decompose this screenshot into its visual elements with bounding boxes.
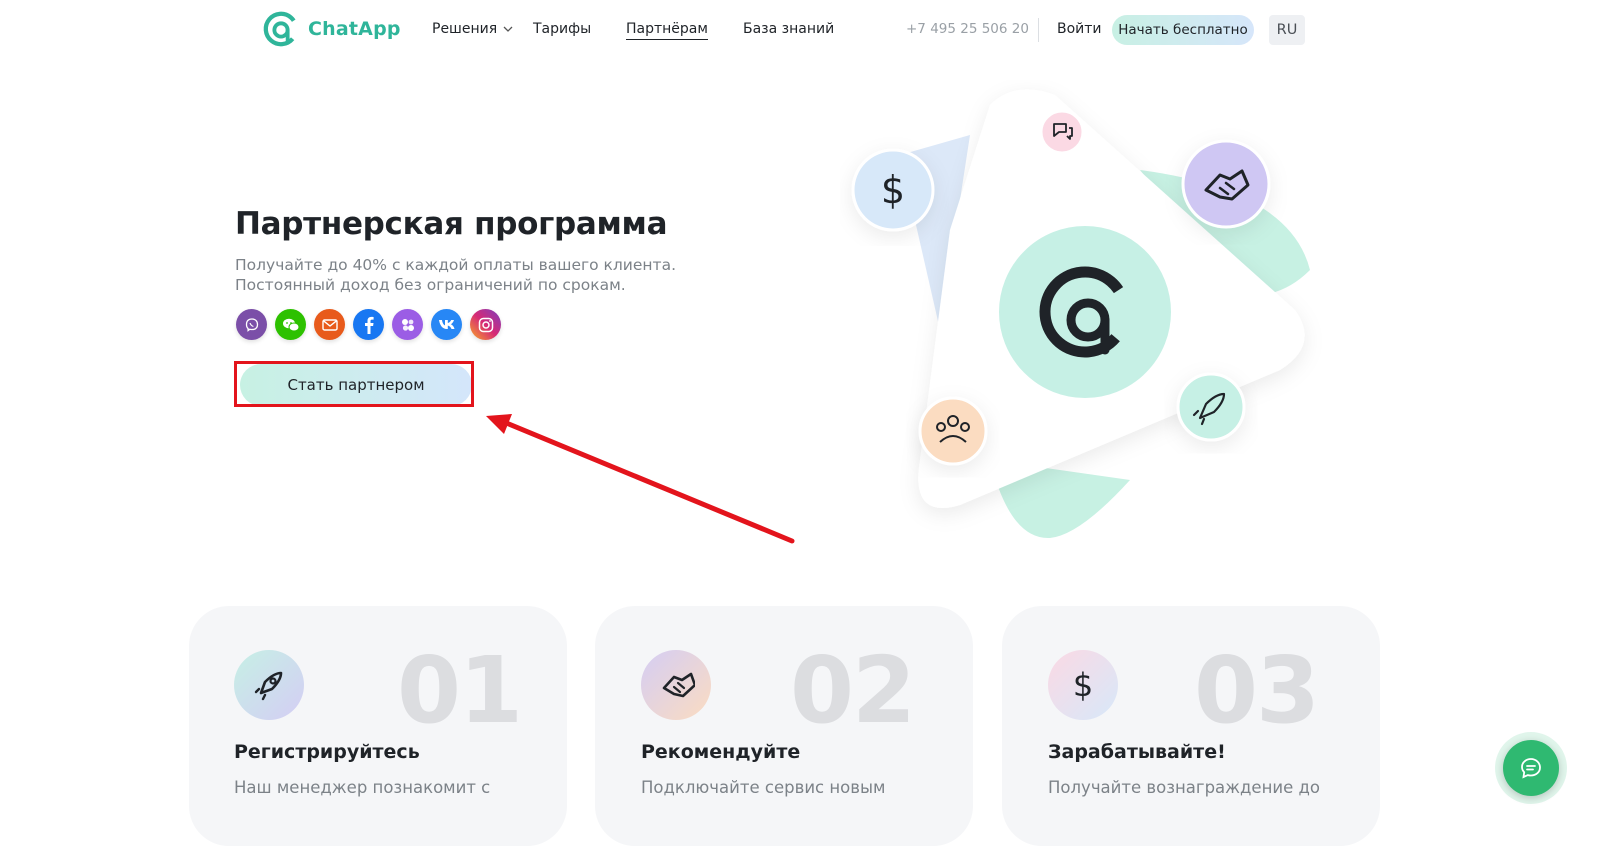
chevron-down-icon xyxy=(503,26,513,32)
step-text-3: Получайте вознаграждение до xyxy=(1048,778,1320,797)
chat-widget-button[interactable] xyxy=(1495,732,1567,804)
hero-subtitle-line-2: Постоянный доход без ограничений по срок… xyxy=(235,276,626,294)
instagram-icon[interactable] xyxy=(470,309,501,340)
header-divider xyxy=(1038,18,1039,42)
step-card-3 xyxy=(1002,606,1380,846)
logo-text: ChatApp xyxy=(308,18,401,40)
annotation-arrow xyxy=(486,414,795,544)
logo[interactable]: ChatApp xyxy=(262,10,401,48)
chatapp-logo-icon xyxy=(263,11,299,47)
step-card-2 xyxy=(595,606,973,846)
nav-pricing-label: Тарифы xyxy=(533,21,592,37)
flock-icon[interactable] xyxy=(392,309,423,340)
facebook-icon[interactable] xyxy=(353,309,384,340)
chat-widget-inner xyxy=(1503,740,1559,796)
nav-knowledge-base[interactable]: База знаний xyxy=(743,21,834,37)
highlight-box xyxy=(234,361,474,407)
step-text-2: Подключайте сервис новым xyxy=(641,778,886,797)
viber-icon[interactable] xyxy=(236,309,267,340)
nav-partners[interactable]: Партнёрам xyxy=(626,21,708,40)
step-title-2: Рекомендуйте xyxy=(641,741,801,763)
rocket-icon xyxy=(234,650,304,720)
chat-icon xyxy=(1039,109,1085,155)
chatapp-logo-icon xyxy=(995,222,1175,402)
start-free-label: Начать бесплатно xyxy=(1118,22,1248,38)
message-icon xyxy=(1521,758,1541,779)
step-title-3: Зарабатывайте! xyxy=(1048,741,1226,763)
language-selector[interactable]: RU xyxy=(1269,15,1305,45)
page-title: Партнерская программа xyxy=(235,206,668,242)
wechat-icon[interactable] xyxy=(275,309,306,340)
hero-subtitle-line-1: Получайте до 40% с каждой оплаты вашего … xyxy=(235,256,677,274)
partner-illustration: $ xyxy=(851,89,1310,539)
login-link[interactable]: Войти xyxy=(1057,21,1102,37)
email-icon[interactable] xyxy=(314,309,345,340)
nav-pricing[interactable]: Тарифы xyxy=(533,21,591,37)
rocket-icon xyxy=(1176,372,1246,442)
step-title-1: Регистрируйтесь xyxy=(234,741,420,763)
phone-number[interactable]: +7 495 25 506 20 xyxy=(906,21,1029,37)
messenger-icons xyxy=(236,309,501,340)
language-label: RU xyxy=(1276,22,1298,38)
nav-partners-label: Партнёрам xyxy=(626,21,708,37)
step-number-2: 02 xyxy=(790,637,916,744)
step-number-3: 03 xyxy=(1194,637,1320,744)
handshake-icon xyxy=(1181,139,1271,229)
vk-icon[interactable] xyxy=(431,309,462,340)
dollar-icon: $ xyxy=(851,148,935,232)
handshake-icon xyxy=(641,650,711,720)
hero-subtitle: Получайте до 40% с каждой оплаты вашего … xyxy=(235,255,676,295)
nav-solutions[interactable]: Решения xyxy=(432,21,513,37)
team-icon xyxy=(918,396,988,466)
start-free-button[interactable]: Начать бесплатно xyxy=(1112,15,1254,45)
step-number-1: 01 xyxy=(397,637,523,744)
svg-text:$: $ xyxy=(881,168,905,212)
dollar-icon: $ xyxy=(1048,650,1118,720)
nav-knowledge-base-label: База знаний xyxy=(743,21,835,37)
nav-solutions-label: Решения xyxy=(432,21,498,37)
step-text-1: Наш менеджер познакомит с xyxy=(234,778,491,797)
